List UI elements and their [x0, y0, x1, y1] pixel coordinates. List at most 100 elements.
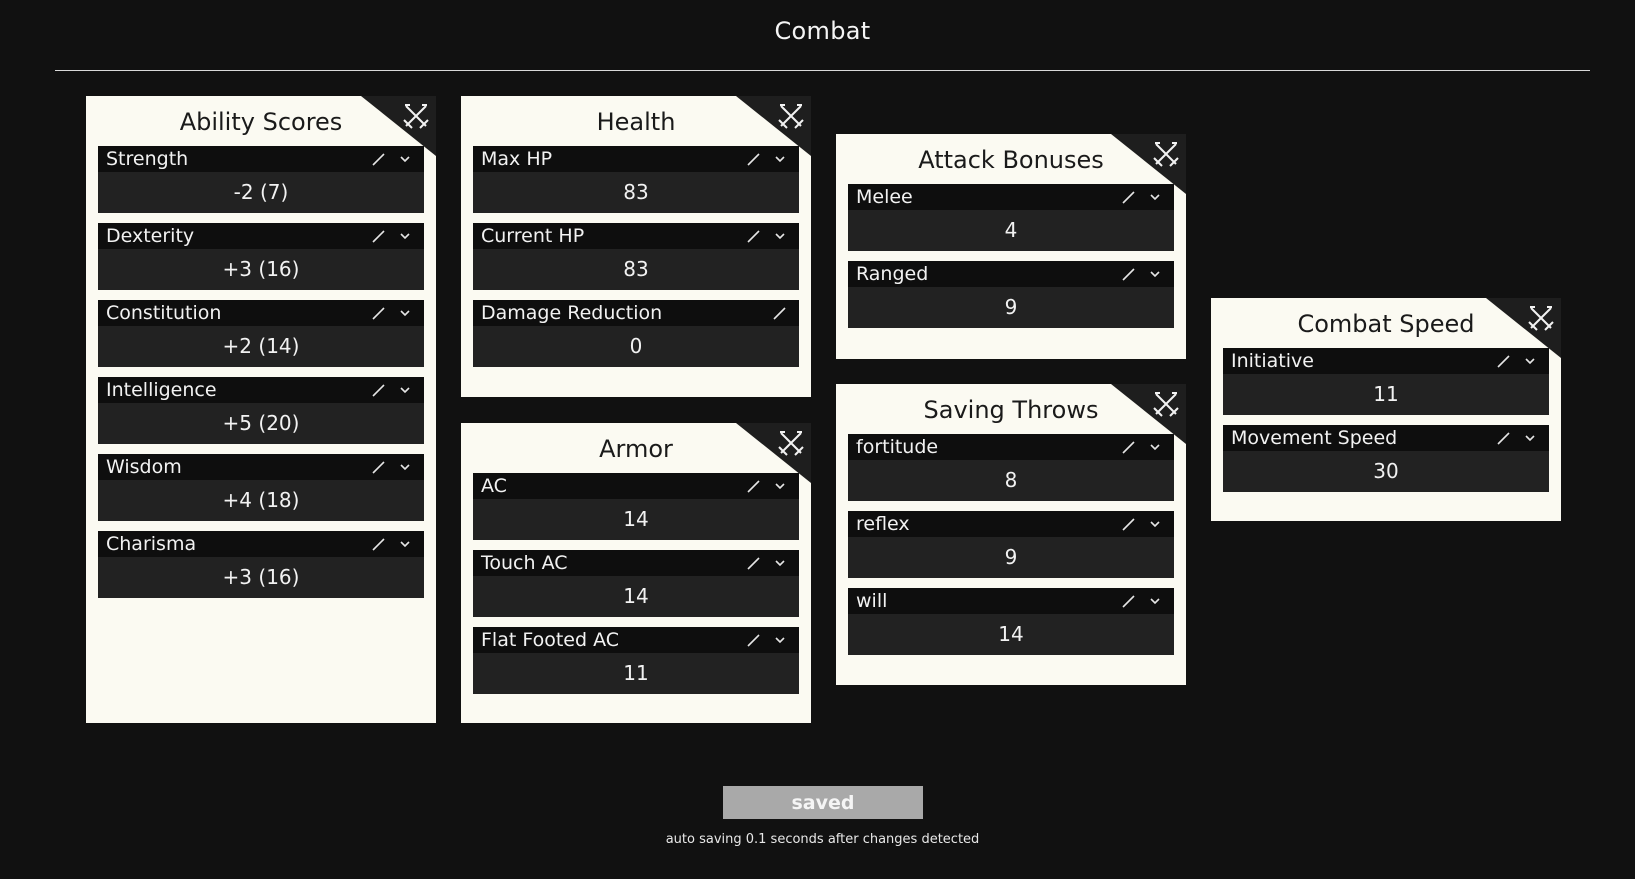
stat-label: Constitution: [106, 302, 222, 324]
pencil-icon[interactable]: [1120, 265, 1138, 283]
chevron-down-icon[interactable]: [1146, 265, 1164, 283]
chevron-down-icon[interactable]: [396, 227, 414, 245]
pencil-icon[interactable]: [1120, 592, 1138, 610]
stat-value[interactable]: +3 (16): [98, 249, 424, 290]
stat-label: Max HP: [481, 148, 553, 170]
stat-value[interactable]: 8: [848, 460, 1174, 501]
stat-ac: AC 14: [473, 473, 799, 540]
stat-value[interactable]: 83: [473, 249, 799, 290]
stat-value[interactable]: 9: [848, 537, 1174, 578]
pencil-icon[interactable]: [1495, 429, 1513, 447]
stat-value[interactable]: 0: [473, 326, 799, 367]
chevron-down-icon[interactable]: [396, 381, 414, 399]
pencil-icon[interactable]: [745, 631, 763, 649]
chevron-down-icon[interactable]: [771, 227, 789, 245]
crossed-swords-icon[interactable]: [1495, 298, 1561, 350]
stat-value[interactable]: +5 (20): [98, 403, 424, 444]
card-saving-throws: Saving Throws fortitude 8 reflex 9 will …: [836, 384, 1186, 685]
stat-movement-speed: Movement Speed 30: [1223, 425, 1549, 492]
stat-label: reflex: [856, 513, 910, 535]
stat-label: Flat Footed AC: [481, 629, 620, 651]
stat-reflex: reflex 9: [848, 511, 1174, 578]
pencil-icon[interactable]: [745, 554, 763, 572]
stat-label: Ranged: [856, 263, 929, 285]
pencil-icon[interactable]: [370, 304, 388, 322]
chevron-down-icon[interactable]: [1521, 429, 1539, 447]
stat-value[interactable]: +2 (14): [98, 326, 424, 367]
chevron-down-icon[interactable]: [396, 150, 414, 168]
chevron-down-icon[interactable]: [771, 477, 789, 495]
pencil-icon[interactable]: [370, 381, 388, 399]
crossed-swords-icon[interactable]: [745, 96, 811, 148]
pencil-icon[interactable]: [745, 150, 763, 168]
stat-value[interactable]: 14: [473, 576, 799, 617]
stat-constitution: Constitution +2 (14): [98, 300, 424, 367]
stat-label: Current HP: [481, 225, 585, 247]
stat-value[interactable]: 4: [848, 210, 1174, 251]
stat-flat-footed-ac: Flat Footed AC 11: [473, 627, 799, 694]
stat-strength: Strength -2 (7): [98, 146, 424, 213]
chevron-down-icon[interactable]: [396, 458, 414, 476]
chevron-down-icon[interactable]: [771, 150, 789, 168]
stat-initiative: Initiative 11: [1223, 348, 1549, 415]
pencil-icon[interactable]: [745, 227, 763, 245]
chevron-down-icon[interactable]: [396, 304, 414, 322]
stat-value[interactable]: +4 (18): [98, 480, 424, 521]
stat-label: Melee: [856, 186, 913, 208]
pencil-icon[interactable]: [1120, 188, 1138, 206]
stat-value[interactable]: 83: [473, 172, 799, 213]
crossed-swords-icon[interactable]: [745, 423, 811, 475]
pencil-icon[interactable]: [771, 304, 789, 322]
card-combat-speed: Combat Speed Initiative 11 Movement Spee…: [1211, 298, 1561, 521]
stat-wisdom: Wisdom +4 (18): [98, 454, 424, 521]
stat-label: Initiative: [1231, 350, 1314, 372]
pencil-icon[interactable]: [1495, 352, 1513, 370]
pencil-icon[interactable]: [370, 535, 388, 553]
pencil-icon[interactable]: [1120, 438, 1138, 456]
stat-value[interactable]: 11: [1223, 374, 1549, 415]
stat-melee: Melee 4: [848, 184, 1174, 251]
stat-dexterity: Dexterity +3 (16): [98, 223, 424, 290]
stat-label: AC: [481, 475, 507, 497]
chevron-down-icon[interactable]: [1146, 592, 1164, 610]
crossed-swords-icon[interactable]: [1120, 134, 1186, 186]
stat-will: will 14: [848, 588, 1174, 655]
pencil-icon[interactable]: [370, 227, 388, 245]
page-title: Combat: [774, 17, 871, 45]
autosave-note: auto saving 0.1 seconds after changes de…: [665, 832, 980, 847]
crossed-swords-icon[interactable]: [1120, 384, 1186, 436]
stat-value[interactable]: 30: [1223, 451, 1549, 492]
stat-value[interactable]: 14: [848, 614, 1174, 655]
stat-label: Dexterity: [106, 225, 195, 247]
stat-max-hp: Max HP 83: [473, 146, 799, 213]
card-health: Health Max HP 83 Current HP 83 Damage Re…: [461, 96, 811, 397]
crossed-swords-icon[interactable]: [370, 96, 436, 148]
stat-value[interactable]: 14: [473, 499, 799, 540]
stat-fortitude: fortitude 8: [848, 434, 1174, 501]
chevron-down-icon[interactable]: [1146, 438, 1164, 456]
pencil-icon[interactable]: [370, 458, 388, 476]
pencil-icon[interactable]: [745, 477, 763, 495]
stat-label: Strength: [106, 148, 189, 170]
pencil-icon[interactable]: [370, 150, 388, 168]
stat-label: Damage Reduction: [481, 302, 663, 324]
stat-ranged: Ranged 9: [848, 261, 1174, 328]
stat-value[interactable]: 9: [848, 287, 1174, 328]
chevron-down-icon[interactable]: [771, 631, 789, 649]
stat-label: fortitude: [856, 436, 939, 458]
save-button[interactable]: saved: [723, 786, 923, 819]
chevron-down-icon[interactable]: [1146, 188, 1164, 206]
stat-charisma: Charisma +3 (16): [98, 531, 424, 598]
stat-value[interactable]: +3 (16): [98, 557, 424, 598]
chevron-down-icon[interactable]: [1146, 515, 1164, 533]
stat-label: will: [856, 590, 888, 612]
stat-label: Intelligence: [106, 379, 217, 401]
chevron-down-icon[interactable]: [396, 535, 414, 553]
chevron-down-icon[interactable]: [771, 554, 789, 572]
pencil-icon[interactable]: [1120, 515, 1138, 533]
stat-touch-ac: Touch AC 14: [473, 550, 799, 617]
chevron-down-icon[interactable]: [1521, 352, 1539, 370]
stat-value[interactable]: 11: [473, 653, 799, 694]
stat-intelligence: Intelligence +5 (20): [98, 377, 424, 444]
stat-value[interactable]: -2 (7): [98, 172, 424, 213]
